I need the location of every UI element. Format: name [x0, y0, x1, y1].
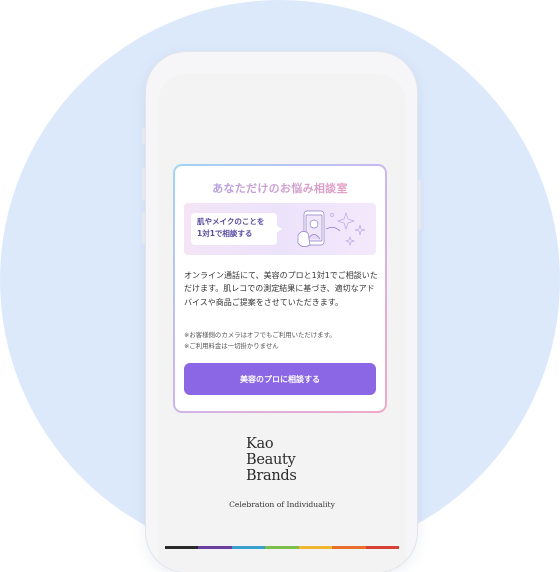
note-camera: ※お客様側のカメラはオフでもご利用いただけます。 — [184, 331, 336, 339]
kao-beauty-brands-logo: Kao Beauty Brands — [246, 436, 336, 484]
color-segment — [165, 546, 199, 549]
note-fee: ※ご利用料金は一切掛かりません — [184, 342, 279, 350]
phone-power-button — [417, 180, 421, 230]
color-segment — [365, 546, 399, 549]
color-segment — [332, 546, 366, 549]
card-title: あなただけのお悩み相談室 — [175, 180, 385, 196]
color-segment — [198, 546, 232, 549]
logo-line-1: Kao — [246, 436, 274, 452]
phone-consultation-illustration — [297, 210, 366, 247]
banner-line-1: 肌やメイクのことを — [197, 217, 265, 226]
color-segment — [298, 546, 333, 549]
phone-screen: あなただけのお悩み相談室 肌やメイクのことを 1対1で相談する オンライン通話に… — [158, 74, 406, 572]
card-notes: ※お客様側のカメラはオフでもご利用いただけます。 ※ご利用料金は一切掛かりません — [184, 330, 380, 352]
color-segment — [265, 546, 299, 549]
consult-card-inner: あなただけのお悩み相談室 肌やメイクのことを 1対1で相談する オンライン通話に… — [175, 166, 385, 411]
card-description: オンライン通話にて、美容のプロと1対1でご相談いただけます。肌レコでの測定結果に… — [184, 271, 378, 307]
color-segment — [231, 546, 266, 549]
consult-beauty-pro-button[interactable]: 美容のプロに相談する — [184, 363, 376, 395]
speech-bubble: 肌やメイクのことを 1対1で相談する — [191, 213, 277, 245]
brand-tagline: Celebration of Individuality — [229, 500, 335, 509]
logo-line-2: Beauty — [246, 452, 296, 468]
consult-banner: 肌やメイクのことを 1対1で相談する — [184, 203, 376, 255]
phone-frame: あなただけのお悩み相談室 肌やメイクのことを 1対1で相談する オンライン通話に… — [146, 52, 417, 572]
banner-line-2: 1対1で相談する — [197, 229, 253, 238]
speech-bubble-tail — [276, 225, 282, 233]
brand-color-bar — [165, 546, 399, 549]
consult-card: あなただけのお悩み相談室 肌やメイクのことを 1対1で相談する オンライン通話に… — [173, 164, 387, 413]
logo-line-3: Brands — [246, 468, 297, 484]
